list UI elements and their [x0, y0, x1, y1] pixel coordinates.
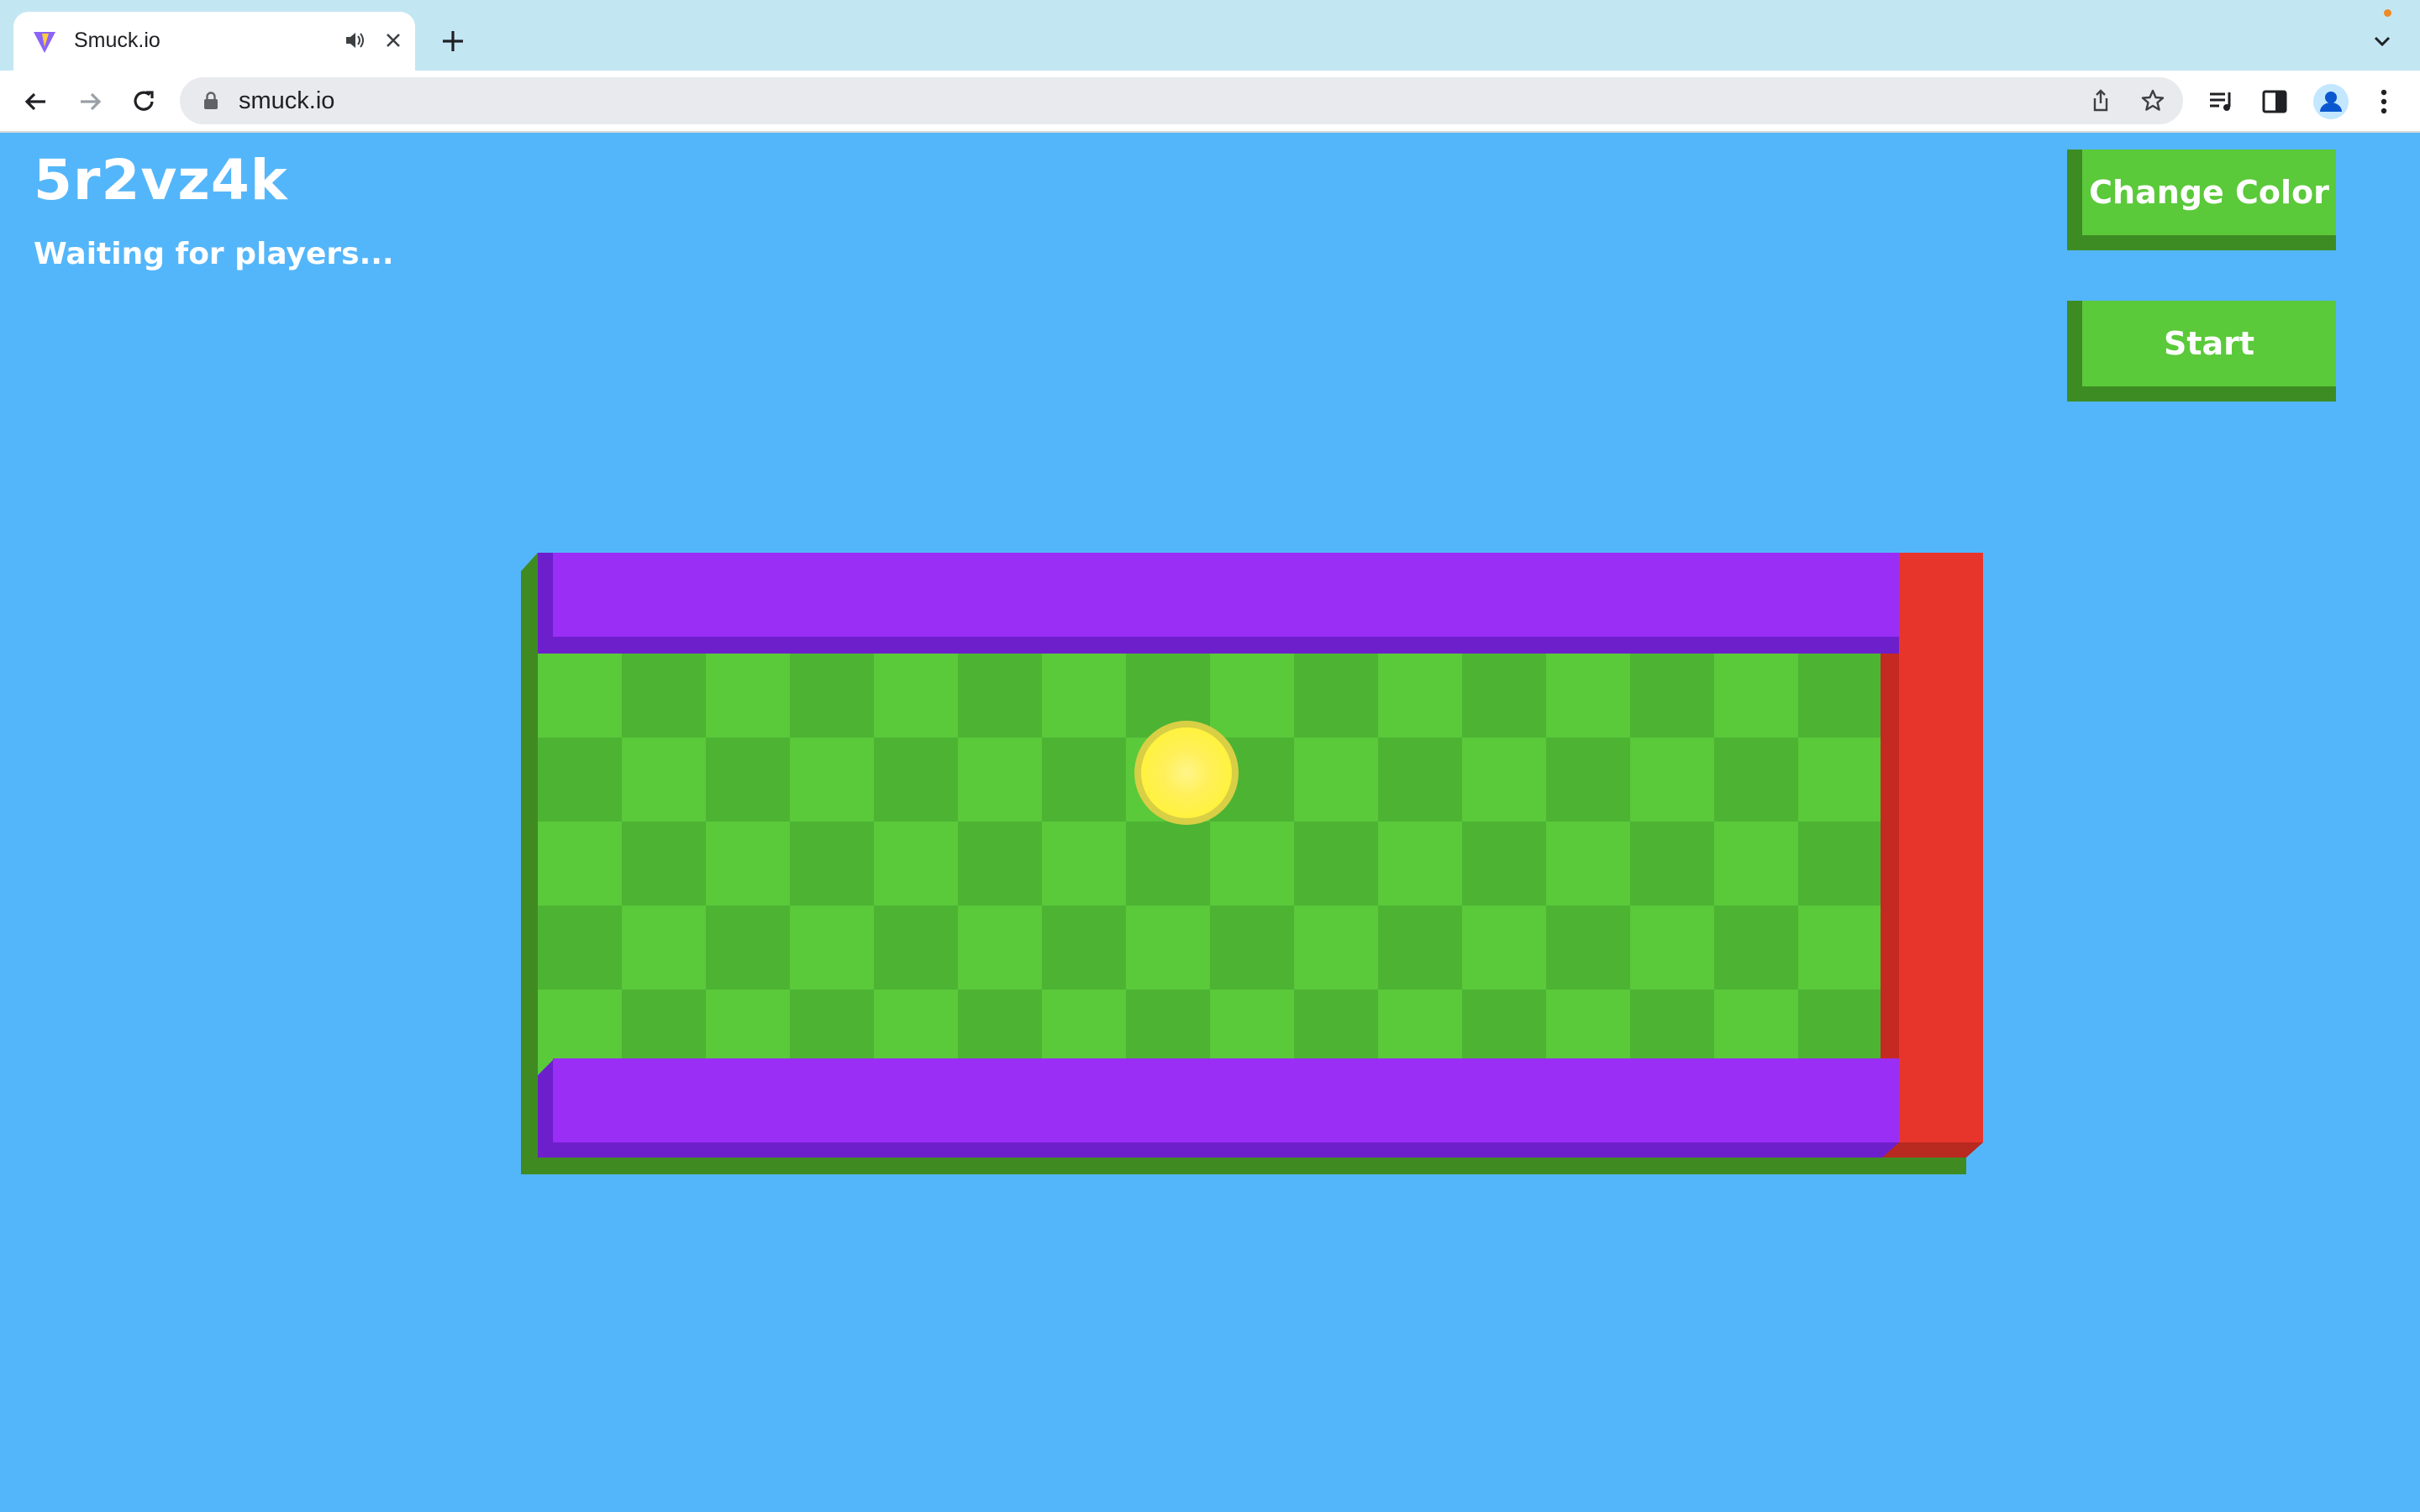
- field-tile: [874, 738, 958, 822]
- field-tile: [790, 654, 874, 738]
- field-tile: [1462, 738, 1546, 822]
- field-tile: [1630, 906, 1714, 990]
- field-tile: [1210, 822, 1294, 906]
- field-tile: [1462, 906, 1546, 990]
- field-tile: [1210, 654, 1294, 738]
- field-tile: [958, 738, 1042, 822]
- field-tile: [1630, 822, 1714, 906]
- field-tile: [538, 822, 622, 906]
- top-wall-lip: [538, 637, 1899, 654]
- bottom-wall: [553, 1058, 1899, 1142]
- field-tile: [706, 906, 790, 990]
- field-tile: [1378, 654, 1462, 738]
- field-tile: [1714, 738, 1798, 822]
- top-wall: [553, 553, 1899, 637]
- field-tile: [1630, 654, 1714, 738]
- field-tile: [1042, 906, 1126, 990]
- field-tile: [1294, 738, 1378, 822]
- field-tile: [1042, 738, 1126, 822]
- field-tile: [538, 738, 622, 822]
- right-wall-shadow: [1881, 638, 1899, 1058]
- field-tile: [1798, 738, 1882, 822]
- field-tile: [622, 738, 706, 822]
- field-tile: [1714, 822, 1798, 906]
- field-tile: [958, 822, 1042, 906]
- field-tile: [874, 906, 958, 990]
- field-tile: [1294, 654, 1378, 738]
- field-tile: [1546, 654, 1630, 738]
- field-tile: [538, 654, 622, 738]
- field-tile: [1546, 822, 1630, 906]
- field-tile: [538, 906, 622, 990]
- field-tile: [1714, 906, 1798, 990]
- field-tile: [1042, 822, 1126, 906]
- field-tile: [1546, 738, 1630, 822]
- field-tile: [706, 738, 790, 822]
- field-tile: [622, 654, 706, 738]
- field-tile: [1714, 654, 1798, 738]
- field-tile: [1210, 906, 1294, 990]
- field-tile: [1798, 822, 1882, 906]
- field-tile: [622, 822, 706, 906]
- field-tile: [1042, 654, 1126, 738]
- field-tile: [790, 822, 874, 906]
- field-tile: [706, 822, 790, 906]
- field-tile: [790, 738, 874, 822]
- field-tile: [790, 906, 874, 990]
- field-tile: [1378, 738, 1462, 822]
- field-tile: [1294, 906, 1378, 990]
- field-grid: [538, 654, 1882, 1074]
- field-tile: [1294, 822, 1378, 906]
- field-tile: [874, 654, 958, 738]
- field-tile: [1378, 822, 1462, 906]
- field-tile: [874, 822, 958, 906]
- field-tile: [622, 906, 706, 990]
- right-wall: [1899, 553, 1983, 1142]
- field-tile: [1378, 906, 1462, 990]
- field-tile: [1462, 654, 1546, 738]
- ball: [1141, 727, 1232, 818]
- right-wall-bottom: [1882, 1142, 1983, 1158]
- field-tile: [706, 654, 790, 738]
- field-tile: [1630, 738, 1714, 822]
- field-tile: [1798, 906, 1882, 990]
- field-tile: [1462, 822, 1546, 906]
- field-tile: [958, 906, 1042, 990]
- court-left-edge: [521, 571, 538, 1174]
- field-tile: [1546, 906, 1630, 990]
- field-tile: [958, 654, 1042, 738]
- field-tile: [1126, 822, 1210, 906]
- field-tile: [1126, 906, 1210, 990]
- bottom-wall-lip: [538, 1142, 1899, 1158]
- field-tile: [1798, 654, 1882, 738]
